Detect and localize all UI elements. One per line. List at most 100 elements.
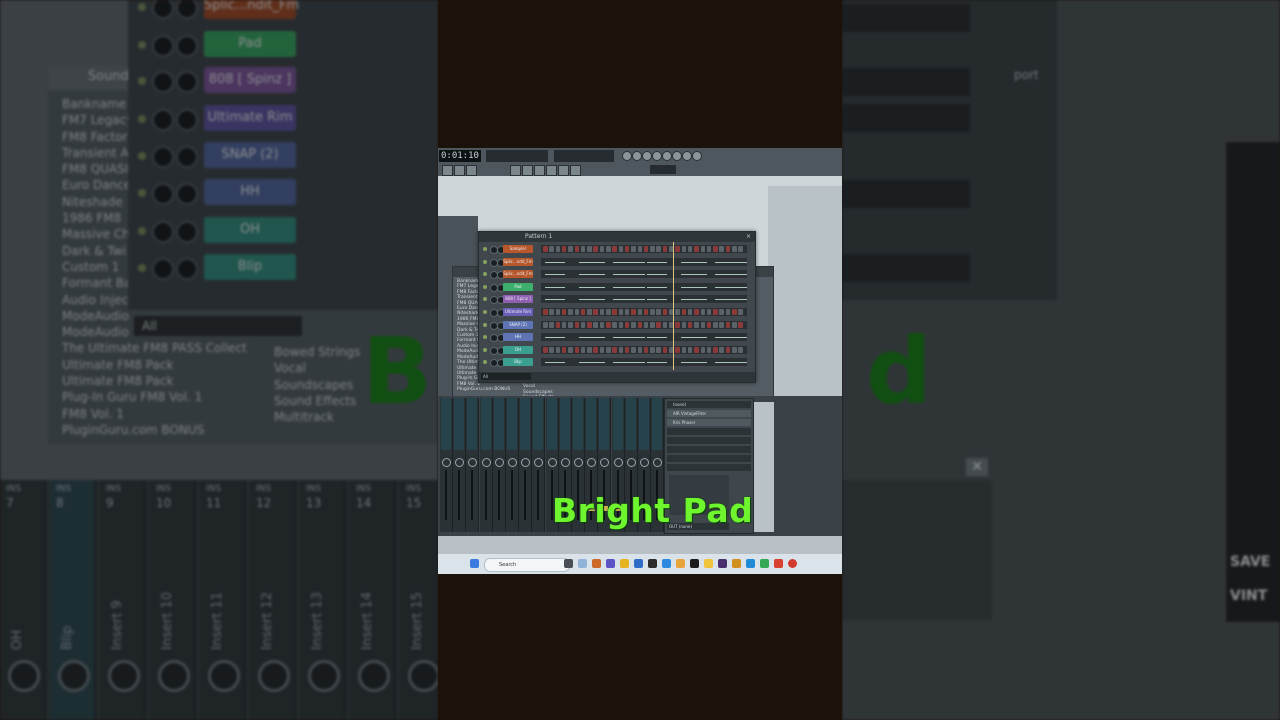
- step-button[interactable]: [706, 246, 712, 252]
- step-button[interactable]: [706, 309, 712, 315]
- mixer-strip[interactable]: [519, 398, 533, 532]
- led-icon[interactable]: [483, 347, 487, 352]
- step-button[interactable]: [624, 321, 630, 328]
- app-icon[interactable]: [718, 559, 727, 568]
- channel-pattern[interactable]: [541, 333, 747, 342]
- led-icon[interactable]: [483, 360, 487, 365]
- step-button[interactable]: [549, 346, 554, 353]
- windows-start-icon[interactable]: [470, 559, 479, 568]
- step-button[interactable]: [549, 309, 554, 315]
- channel-name-button[interactable]: Ultimate Rim: [503, 308, 533, 316]
- channel-pattern[interactable]: [541, 358, 747, 367]
- step-button[interactable]: [700, 346, 705, 353]
- mixer-strip[interactable]: [492, 398, 506, 532]
- step-button[interactable]: [543, 309, 548, 315]
- step-button[interactable]: [606, 321, 611, 328]
- step-button[interactable]: [574, 321, 579, 328]
- toolbar-button-icon[interactable]: [632, 151, 642, 161]
- channel-pattern[interactable]: [541, 257, 747, 266]
- mixer-strip[interactable]: [453, 398, 467, 532]
- step-button[interactable]: [687, 321, 693, 328]
- app-icon[interactable]: [690, 559, 699, 568]
- step-button[interactable]: [656, 321, 661, 328]
- step-button[interactable]: [568, 346, 573, 353]
- led-icon[interactable]: [483, 247, 487, 251]
- step-button[interactable]: [719, 246, 724, 252]
- bank-item[interactable]: PluginGuru.com BONUS: [457, 387, 526, 392]
- step-button[interactable]: [719, 321, 724, 328]
- mixer-strip[interactable]: [506, 398, 519, 532]
- fader-track[interactable]: [445, 470, 447, 520]
- step-button[interactable]: [555, 321, 561, 328]
- pan-knob-icon[interactable]: [653, 458, 663, 467]
- step-button[interactable]: [561, 346, 567, 353]
- pan-knob-icon[interactable]: [600, 458, 610, 467]
- step-button[interactable]: [675, 346, 680, 353]
- step-button[interactable]: [643, 246, 649, 252]
- led-icon[interactable]: [483, 284, 487, 289]
- channel-pattern[interactable]: [541, 245, 747, 253]
- step-button[interactable]: [587, 321, 592, 328]
- step-button[interactable]: [662, 246, 668, 252]
- toolbar-button-icon[interactable]: [692, 151, 702, 161]
- pan-knob-icon[interactable]: [521, 458, 531, 467]
- fader-track[interactable]: [471, 470, 474, 520]
- toolbar-button-icon[interactable]: [682, 151, 692, 161]
- record-icon[interactable]: [466, 165, 477, 176]
- step-button[interactable]: [713, 309, 718, 315]
- fader-track[interactable]: [537, 470, 540, 520]
- channel-pattern[interactable]: [541, 320, 747, 329]
- channel-name-button[interactable]: SNAP (2): [503, 320, 533, 329]
- file-explorer-icon[interactable]: [620, 559, 629, 568]
- step-button[interactable]: [706, 346, 712, 353]
- tool-icon[interactable]: [534, 165, 545, 176]
- step-button[interactable]: [568, 246, 573, 252]
- taskbar-search[interactable]: Search: [484, 558, 570, 572]
- step-button[interactable]: [599, 346, 605, 353]
- step-button[interactable]: [612, 246, 617, 252]
- step-button[interactable]: [662, 346, 668, 353]
- step-button[interactable]: [681, 346, 687, 353]
- mixer-slot-header[interactable]: (none): [667, 401, 751, 408]
- step-button[interactable]: [543, 246, 548, 252]
- step-button[interactable]: [687, 246, 693, 252]
- channel-name-button[interactable]: OH: [503, 345, 533, 354]
- tool-icon[interactable]: [546, 165, 557, 176]
- snap-icon[interactable]: [510, 165, 521, 176]
- led-icon[interactable]: [483, 259, 487, 264]
- channel-name-button[interactable]: 808 [ Spinz ]: [503, 295, 533, 304]
- step-button[interactable]: [593, 309, 598, 315]
- step-button[interactable]: [732, 321, 737, 328]
- step-button[interactable]: [656, 309, 661, 315]
- pan-knob-icon[interactable]: [626, 458, 636, 467]
- step-button[interactable]: [675, 321, 680, 328]
- pan-knob-icon[interactable]: [481, 458, 491, 467]
- app-icon[interactable]: [592, 559, 601, 568]
- step-button[interactable]: [618, 346, 624, 353]
- app-icon[interactable]: [788, 559, 797, 568]
- channel-name-button[interactable]: Sampler: [503, 245, 533, 253]
- app-icon[interactable]: [732, 559, 741, 568]
- step-button[interactable]: [580, 321, 586, 328]
- step-button[interactable]: [650, 246, 655, 252]
- mixer-fx-slot[interactable]: [667, 464, 751, 471]
- channel-name-button[interactable]: Pad: [503, 282, 533, 291]
- led-icon[interactable]: [483, 272, 487, 277]
- step-button[interactable]: [694, 346, 699, 353]
- step-button[interactable]: [732, 246, 737, 252]
- fader-track[interactable]: [511, 470, 513, 520]
- step-button[interactable]: [606, 309, 611, 315]
- step-button[interactable]: [549, 321, 554, 328]
- step-button[interactable]: [543, 321, 548, 328]
- mixer-strip[interactable]: [479, 398, 493, 532]
- step-button[interactable]: [637, 321, 642, 328]
- tool-icon[interactable]: [522, 165, 533, 176]
- step-button[interactable]: [694, 321, 699, 328]
- channel-name-button[interactable]: Splic...ndit_Fm: [503, 270, 533, 279]
- mixer-strip[interactable]: [440, 398, 453, 532]
- app-icon[interactable]: [634, 559, 643, 568]
- step-button[interactable]: [580, 309, 586, 315]
- step-button[interactable]: [656, 246, 661, 252]
- mixer-fx-slot[interactable]: Kris Phaser: [667, 419, 751, 426]
- close-icon[interactable]: ×: [746, 232, 751, 242]
